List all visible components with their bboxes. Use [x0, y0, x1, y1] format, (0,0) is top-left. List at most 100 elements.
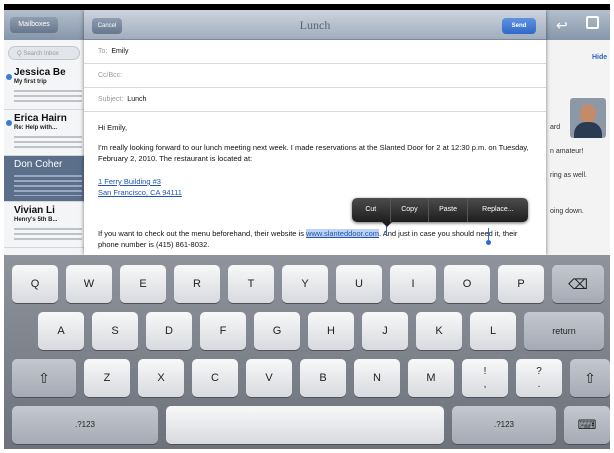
key-z[interactable]: Z: [84, 359, 130, 397]
message-list-item[interactable]: Jessica Be My first trip: [4, 64, 84, 110]
key-q[interactable]: Q: [12, 265, 58, 303]
space-key[interactable]: [166, 406, 444, 444]
address-link[interactable]: 1 Ferry Building #3: [98, 176, 161, 187]
subject-field[interactable]: Subject: Lunch: [84, 88, 546, 112]
key-g[interactable]: G: [254, 312, 300, 350]
message-sender: Don Coher: [14, 159, 63, 170]
message-preview: [14, 225, 82, 243]
key-l[interactable]: L: [470, 312, 516, 350]
to-value: Emily: [111, 48, 129, 55]
send-button[interactable]: Send: [502, 18, 536, 34]
cc-bcc-field[interactable]: Cc/Bcc:: [84, 64, 546, 88]
key-top-char: ?: [536, 366, 542, 377]
key-exclamation-comma[interactable]: !,: [462, 359, 508, 397]
to-field[interactable]: To: Emily: [84, 40, 546, 64]
compose-sheet: Lunch Cancel Send To: Emily Cc/Bcc: Subje…: [84, 10, 546, 255]
mailboxes-button[interactable]: Mailboxes: [10, 17, 58, 33]
message-text: n amateur!: [550, 148, 584, 155]
key-m[interactable]: M: [408, 359, 454, 397]
message-detail-toolbar: ↩: [546, 10, 610, 40]
message-list-item-selected[interactable]: Don Coher: [4, 156, 84, 202]
cut-menu-item[interactable]: Cut: [352, 198, 390, 222]
key-i[interactable]: I: [390, 265, 436, 303]
shift-right-key-icon[interactable]: ⇧: [570, 359, 610, 397]
body-paragraph: If you want to check out the menu before…: [98, 228, 534, 250]
copy-menu-item[interactable]: Copy: [389, 198, 429, 222]
message-list-item[interactable]: Erica Hairn Re: Help with...: [4, 110, 84, 156]
message-list-pane: Mailboxes Q Search Inbox Jessica Be My f…: [4, 10, 84, 255]
key-e[interactable]: E: [120, 265, 166, 303]
avatar: [570, 98, 606, 138]
message-preview: [14, 87, 82, 105]
numbers-key-right[interactable]: .?123: [452, 406, 556, 444]
key-v[interactable]: V: [246, 359, 292, 397]
message-text: oing down.: [550, 208, 584, 215]
message-text: ard: [550, 124, 561, 131]
key-question-period[interactable]: ?.: [516, 359, 562, 397]
key-f[interactable]: F: [200, 312, 246, 350]
message-sender: Jessica Be: [14, 67, 66, 78]
compose-title: Lunch: [299, 18, 331, 32]
message-list-item[interactable]: Vivian Li Henry's 5th B...: [4, 202, 84, 248]
message-text: ring as well.: [550, 172, 587, 179]
address-link[interactable]: San Francisco, CA 94111: [98, 187, 182, 198]
key-r[interactable]: R: [174, 265, 220, 303]
numbers-key-left[interactable]: .?123: [12, 406, 158, 444]
shift-left-key-icon[interactable]: ⇧: [12, 359, 76, 397]
message-sender: Erica Hairn: [14, 113, 67, 124]
key-bottom-char: .: [537, 379, 541, 390]
to-label: To:: [98, 48, 108, 55]
key-c[interactable]: C: [192, 359, 238, 397]
key-b[interactable]: B: [300, 359, 346, 397]
cancel-button[interactable]: Cancel: [92, 18, 122, 34]
key-n[interactable]: N: [354, 359, 400, 397]
body-text: If you want to check out the menu before…: [98, 229, 307, 238]
unread-dot-icon: [6, 120, 12, 126]
website-link-selected[interactable]: www.slanteddoor.com: [306, 229, 379, 238]
edit-menu: Cut Copy Paste Replace...: [352, 198, 528, 222]
message-preview: [14, 133, 82, 151]
message-list-toolbar: Mailboxes: [4, 10, 84, 40]
subject-label: Subject:: [98, 96, 124, 103]
key-p[interactable]: P: [498, 265, 544, 303]
message-subject: Henry's 5th B...: [14, 217, 58, 223]
paste-menu-item[interactable]: Paste: [428, 198, 467, 222]
onscreen-keyboard: Q W E R T Y U I O P ⌫ A S D F G H J K L …: [4, 255, 610, 449]
hide-keyboard-icon[interactable]: ⌨: [564, 406, 610, 444]
reply-icon[interactable]: ↩: [556, 17, 568, 34]
key-w[interactable]: W: [66, 265, 112, 303]
selection-end-bar: [488, 228, 489, 240]
delete-key-icon[interactable]: ⌫: [552, 265, 604, 303]
key-h[interactable]: H: [308, 312, 354, 350]
key-d[interactable]: D: [146, 312, 192, 350]
hide-link[interactable]: Hide: [592, 54, 607, 61]
key-k[interactable]: K: [416, 312, 462, 350]
greeting-text: Hi Emily,: [98, 123, 128, 132]
key-a[interactable]: A: [38, 312, 84, 350]
key-s[interactable]: S: [92, 312, 138, 350]
key-u[interactable]: U: [336, 265, 382, 303]
key-y[interactable]: Y: [282, 265, 328, 303]
cc-bcc-label: Cc/Bcc:: [98, 72, 123, 79]
body-paragraph: I'm really looking forward to our lunch …: [98, 143, 529, 163]
key-o[interactable]: O: [444, 265, 490, 303]
message-subject: Re: Help with...: [14, 125, 58, 131]
selection-end-handle[interactable]: [486, 240, 491, 245]
edit-menu-pointer: [382, 222, 392, 227]
message-sender: Vivian Li: [14, 205, 55, 216]
message-preview: [14, 172, 82, 196]
search-inbox-field[interactable]: Q Search Inbox: [8, 46, 80, 60]
replace-menu-item[interactable]: Replace...: [466, 198, 528, 222]
subject-value: Lunch: [127, 96, 147, 103]
unread-dot-icon: [6, 74, 12, 80]
return-key[interactable]: return: [524, 312, 604, 350]
compose-icon[interactable]: [586, 16, 599, 29]
compose-nav-bar: Lunch Cancel Send: [84, 10, 546, 40]
key-x[interactable]: X: [138, 359, 184, 397]
message-subject: My first trip: [14, 79, 47, 85]
key-j[interactable]: J: [362, 312, 408, 350]
message-detail-pane: ↩ Hide ard n amateur! ring as well. oing…: [546, 10, 610, 255]
key-top-char: !: [483, 366, 487, 377]
key-t[interactable]: T: [228, 265, 274, 303]
ipad-screen: Mailboxes Q Search Inbox Jessica Be My f…: [4, 4, 610, 449]
